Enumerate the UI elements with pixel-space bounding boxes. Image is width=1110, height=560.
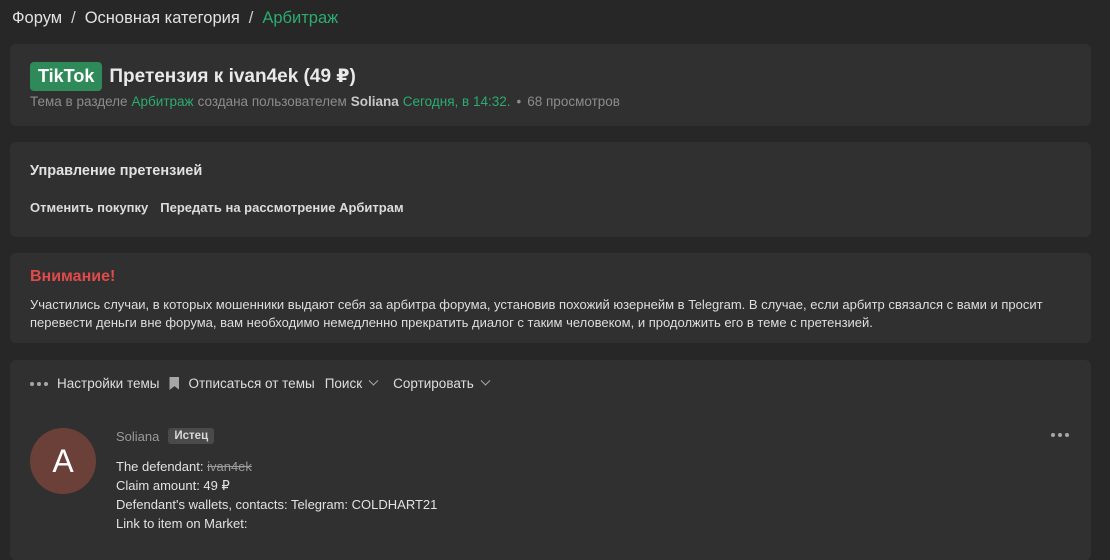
breadcrumb-separator: /: [248, 8, 254, 27]
meta-author-link[interactable]: Soliana: [351, 94, 399, 109]
chevron-down-icon: [480, 375, 491, 386]
post-author-link[interactable]: Soliana: [116, 429, 159, 444]
thread-settings-button[interactable]: Настройки темы: [30, 376, 159, 391]
unsubscribe-button[interactable]: Отписаться от темы: [169, 376, 315, 391]
search-dropdown[interactable]: Поиск: [324, 375, 383, 391]
meta-date[interactable]: Сегодня, в 14:32.: [403, 94, 511, 109]
warning-notice: Внимание! Участились случаи, в которых м…: [10, 253, 1091, 343]
sort-label: Сортировать: [393, 376, 474, 391]
defendant-label: The defendant:: [116, 459, 204, 474]
thread-settings-label: Настройки темы: [57, 376, 160, 391]
defendant-line: The defendant: ivan4ek: [116, 457, 437, 476]
wallets-line: Defendant's wallets, contacts: Telegram:…: [116, 497, 438, 512]
breadcrumb-separator: /: [71, 8, 76, 27]
breadcrumb: Форум / Основная категория / Арбитраж: [12, 7, 338, 29]
more-dots-icon: [30, 381, 48, 386]
breadcrumb-main-category[interactable]: Основная категория: [85, 9, 240, 28]
bookmark-icon: [169, 377, 180, 390]
breadcrumb-arbitration[interactable]: Арбитраж: [262, 9, 338, 28]
meta-created-by: создана пользователем: [197, 94, 347, 109]
role-badge: Истец: [168, 428, 215, 444]
thread-meta: Тема в разделе Арбитраж создана пользова…: [30, 94, 620, 109]
notice-title: Внимание!: [30, 268, 116, 285]
chevron-down-icon: [368, 375, 379, 386]
post-body: The defendant: ivan4ek Claim amount: 49 …: [116, 457, 437, 533]
avatar[interactable]: A: [30, 428, 96, 494]
meta-section-link[interactable]: Арбитраж: [132, 94, 194, 109]
thread-prefix-badge[interactable]: TikTok: [30, 62, 103, 91]
meta-dot: •: [516, 94, 522, 109]
market-link-line: Link to item on Market:: [116, 516, 248, 531]
cancel-purchase-button[interactable]: Отменить покупку: [30, 200, 148, 215]
notice-text: Участились случаи, в которых мошенники в…: [30, 297, 1043, 330]
meta-prefix-text: Тема в разделе: [30, 94, 128, 109]
unsubscribe-label: Отписаться от темы: [188, 376, 315, 391]
sort-dropdown[interactable]: Сортировать: [393, 375, 495, 391]
search-label: Поиск: [324, 376, 363, 391]
thread-posts: Настройки темы Отписаться от темы Поиск …: [10, 360, 1091, 560]
thread-header: TikTok Претензия к ivan4ek (49 ₽) Тема в…: [10, 44, 1091, 126]
defendant-username-link[interactable]: ivan4ek: [207, 459, 252, 474]
escalate-to-arbitrators-button[interactable]: Передать на рассмотрение Арбитрам: [160, 200, 403, 215]
thread-toolbar: Настройки темы Отписаться от темы Поиск …: [30, 375, 505, 391]
manage-title: Управление претензией: [30, 163, 203, 179]
meta-views: 68 просмотров: [527, 94, 620, 109]
breadcrumb-forum[interactable]: Форум: [12, 9, 62, 28]
thread-title: Претензия к ivan4ek (49 ₽): [109, 66, 356, 87]
claim-amount-line: Claim amount: 49 ₽: [116, 478, 230, 493]
post-more-icon[interactable]: [1051, 433, 1069, 437]
claim-management: Управление претензией Отменить покупку П…: [10, 142, 1091, 237]
